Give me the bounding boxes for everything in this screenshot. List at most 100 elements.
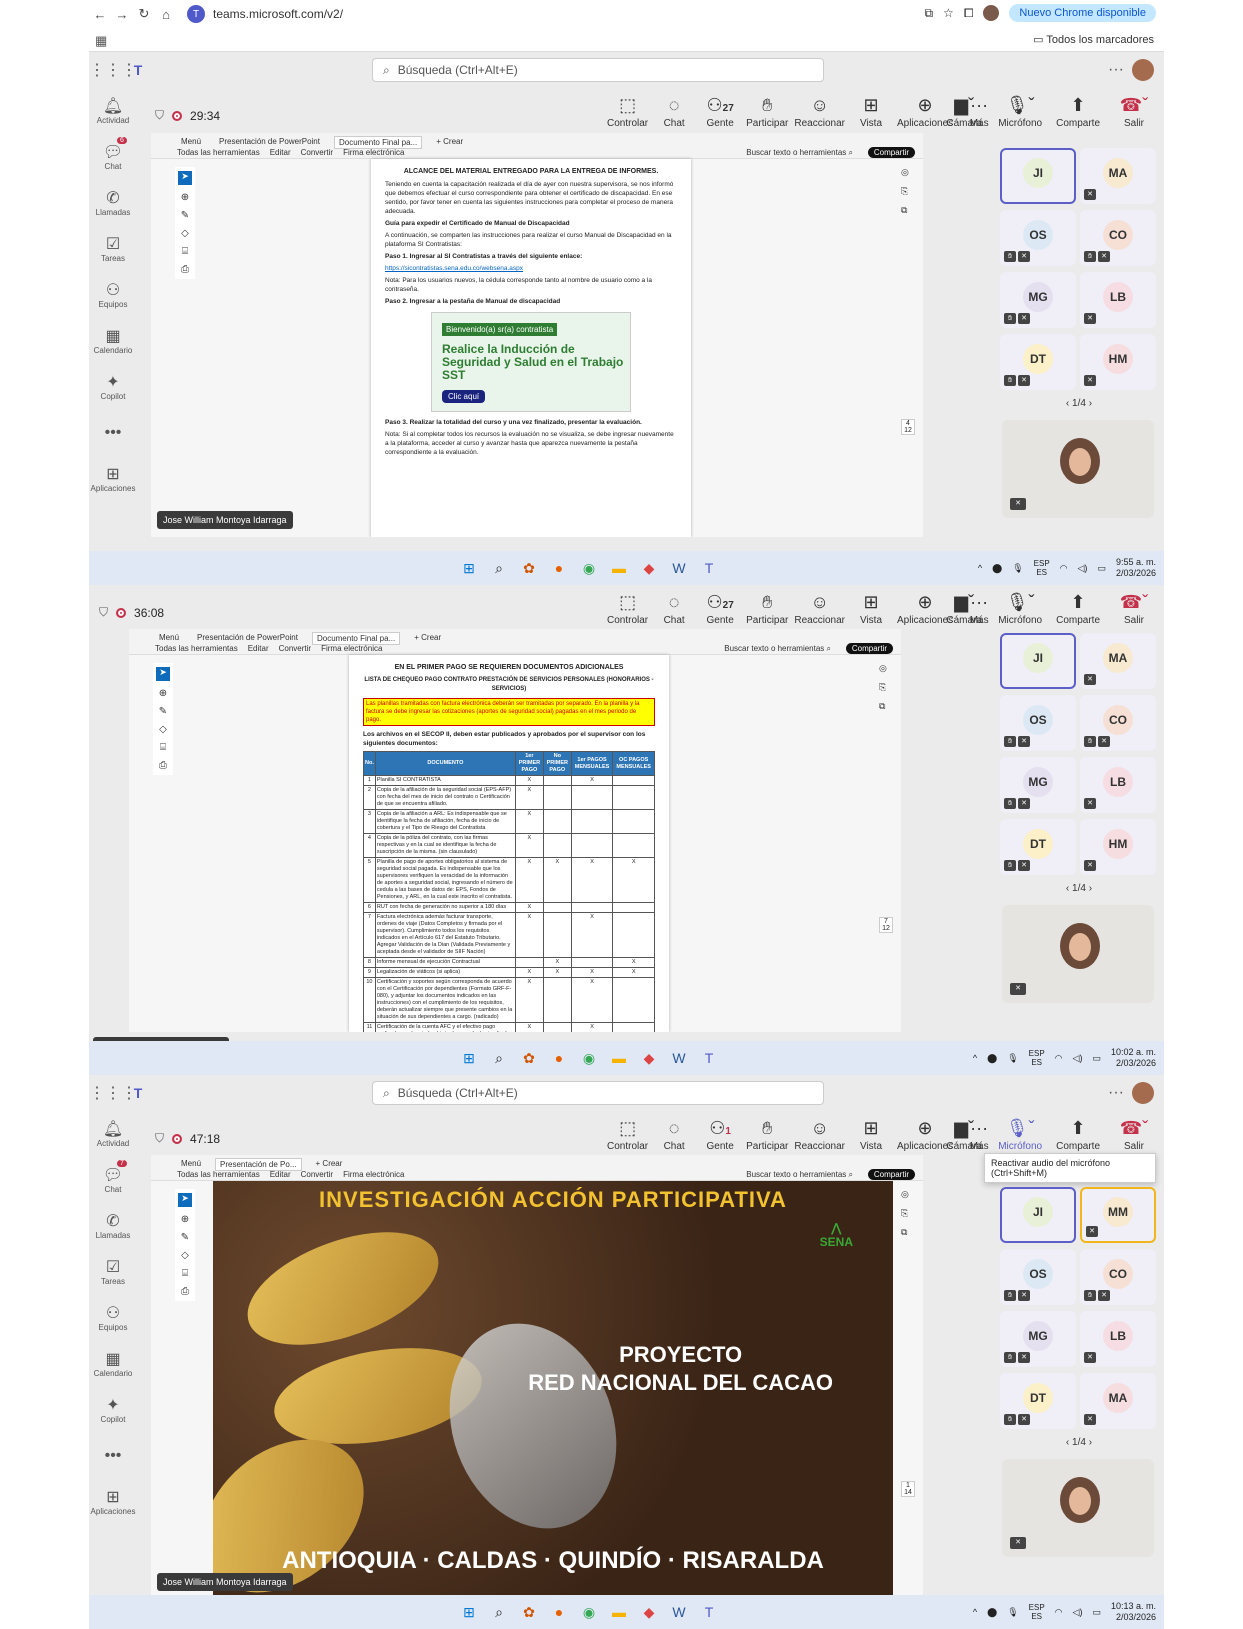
menu-edit[interactable]: Editar [270, 1170, 291, 1179]
stamp-tool-icon[interactable]: ⎙ [181, 1286, 189, 1297]
firefox-icon[interactable]: ● [549, 1048, 569, 1068]
text-tool-icon[interactable]: ⌸ [182, 1268, 188, 1279]
language-indicator[interactable]: ESP ES [1034, 559, 1050, 577]
chat-button[interactable]: ◌ Chat [654, 94, 694, 129]
participant-tile[interactable]: OS ✋︎ ✕ [1000, 695, 1076, 751]
search-icon[interactable]: ⌕ [489, 558, 509, 578]
rail-item-tareas[interactable]: ☑ Tareas [89, 1249, 137, 1295]
rail-item-llamadas[interactable]: ✆ Llamadas [89, 1203, 137, 1249]
menu-esign[interactable]: Firma electrónica [321, 644, 382, 653]
language-indicator[interactable]: ESP ES [1029, 1049, 1045, 1067]
prev-page-icon[interactable]: ‹ [1066, 398, 1069, 409]
more-options-icon[interactable]: ··· [1108, 61, 1124, 79]
teams-icon[interactable]: T [699, 1048, 719, 1068]
menu-all-tools[interactable]: Todas las herramientas [177, 148, 260, 157]
export-icon[interactable]: ⎘ [901, 186, 915, 197]
battery-icon[interactable]: ▭ [1097, 563, 1106, 574]
chrome-icon[interactable]: ◉ [579, 1048, 599, 1068]
menu-all-tools[interactable]: Todas las herramientas [155, 644, 238, 653]
chat-button[interactable]: ◌ Chat [654, 1117, 694, 1152]
camera-button[interactable]: ▆ˇ Cámara [944, 94, 984, 129]
text-tool-icon[interactable]: ⌸ [182, 246, 188, 257]
tab-create[interactable]: + Crear [432, 136, 467, 149]
search-input[interactable]: ⌕ Búsqueda (Ctrl+Alt+E) [372, 58, 824, 82]
wifi-icon[interactable]: ◠ [1055, 1053, 1063, 1064]
copilot-icon[interactable]: ✿ [519, 558, 539, 578]
select-tool-icon[interactable]: ➤ [156, 667, 170, 681]
mic-button[interactable]: 🎙︎ˇ Micrófono [998, 94, 1042, 129]
bookmark-star-icon[interactable]: ☆ [943, 6, 954, 20]
site-info-icon[interactable]: T [187, 5, 205, 23]
more-options-icon[interactable]: ··· [1108, 1084, 1124, 1102]
text-tool-icon[interactable]: ⌸ [160, 742, 166, 753]
volume-icon[interactable]: ◁) [1073, 1607, 1083, 1618]
brave-icon[interactable]: ◆ [639, 558, 659, 578]
rail-item-more[interactable]: ••• [89, 1433, 137, 1479]
apps-grid-icon[interactable]: ▦ [95, 33, 107, 49]
participant-tile-speaking[interactable]: MM ✕ [1080, 1187, 1156, 1243]
view-button[interactable]: ⊞ Vista [851, 591, 891, 626]
word-icon[interactable]: W [669, 558, 689, 578]
participant-tile[interactable]: MG ✋︎ ✕ [1000, 757, 1076, 813]
comment-icon[interactable]: ◎ [901, 1189, 915, 1200]
participant-tile[interactable]: MG ✋︎ ✕ [1000, 1311, 1076, 1367]
rail-item-tareas[interactable]: ☑ Tareas [89, 226, 137, 272]
clock[interactable]: 10:02 a. m. 2/03/2026 [1111, 1047, 1156, 1069]
home-icon[interactable]: ⌂ [155, 7, 177, 22]
next-page-icon[interactable]: › [1089, 883, 1092, 894]
pdf-search[interactable]: Buscar texto o herramientas ⌕ [746, 1170, 853, 1180]
participant-tile[interactable]: JI [1000, 148, 1076, 204]
eraser-tool-icon[interactable]: ◇ [181, 1250, 189, 1261]
profile-avatar[interactable] [983, 5, 1000, 21]
zoom-tool-icon[interactable]: ⊕ [181, 192, 189, 203]
battery-icon[interactable]: ▭ [1092, 1607, 1101, 1618]
pdf-share-button[interactable]: Compartir [845, 643, 893, 654]
search-input[interactable]: ⌕ Búsqueda (Ctrl+Alt+E) [372, 1081, 824, 1105]
rail-item-more[interactable]: ••• [89, 410, 137, 456]
share-button[interactable]: ⬆ Comparte [1056, 94, 1100, 129]
copy-icon[interactable]: ⧉ [901, 205, 915, 216]
menu-edit[interactable]: Editar [270, 148, 291, 157]
battery-icon[interactable]: ▭ [1092, 1053, 1101, 1064]
file-explorer-icon[interactable]: ▬ [609, 1602, 629, 1622]
copilot-icon[interactable]: ✿ [519, 1048, 539, 1068]
app-launcher-icon[interactable]: ⋮⋮⋮ [89, 1083, 137, 1103]
file-explorer-icon[interactable]: ▬ [609, 1048, 629, 1068]
leave-button[interactable]: ☎ˇ Salir [1114, 1117, 1154, 1152]
rail-item-aplicaciones[interactable]: ⊞ Aplicaciones [89, 1479, 137, 1525]
pdf-search[interactable]: Buscar texto o herramientas ⌕ [746, 148, 853, 158]
participant-tile[interactable]: JI [1000, 633, 1076, 689]
rail-item-calendario[interactable]: ▦ Calendario [89, 318, 137, 364]
copilot-icon[interactable]: ✿ [519, 1602, 539, 1622]
participant-tile[interactable]: OS ✋︎ ✕ [1000, 210, 1076, 266]
address-bar[interactable]: teams.microsoft.com/v2/ [213, 7, 343, 21]
share-button[interactable]: ⬆ Comparte [1056, 591, 1100, 626]
word-icon[interactable]: W [669, 1602, 689, 1622]
windows-start-icon[interactable]: ⊞ [459, 1048, 479, 1068]
raise-hand-button[interactable]: ✋︎ Participar [746, 1117, 788, 1152]
zoom-tool-icon[interactable]: ⊕ [181, 1214, 189, 1225]
participant-tile[interactable]: DT ✋︎ ✕ [1000, 1373, 1076, 1429]
rail-item-chat[interactable]: 💬︎ 7 Chat [89, 1157, 137, 1203]
export-icon[interactable]: ⎘ [879, 682, 893, 693]
copy-icon[interactable]: ⧉ [901, 1227, 915, 1238]
share-button[interactable]: ⬆ Comparte [1056, 1117, 1100, 1152]
mic-icon[interactable]: 🎙︎ [1007, 1053, 1018, 1064]
camera-button[interactable]: ▆ˇ Cámara [944, 591, 984, 626]
react-button[interactable]: ☺ Reaccionar [794, 94, 845, 129]
menu-convert[interactable]: Convertir [301, 1170, 333, 1179]
rail-item-copilot[interactable]: ✦ Copilot [89, 1387, 137, 1433]
participant-tile[interactable]: CO ✋︎ ✕ [1080, 210, 1156, 266]
chrome-icon[interactable]: ◉ [579, 558, 599, 578]
chrome-update-button[interactable]: Nuevo Chrome disponible [1009, 4, 1156, 22]
wifi-icon[interactable]: ◠ [1060, 563, 1068, 574]
next-page-icon[interactable]: › [1089, 398, 1092, 409]
clock[interactable]: 9:55 a. m. 2/03/2026 [1116, 557, 1156, 579]
chevron-up-icon[interactable]: ^ [973, 1053, 977, 1063]
tray-app-icon[interactable]: ⬤ [992, 563, 1002, 574]
camera-button[interactable]: ▆ˇ Cámara [944, 1117, 984, 1152]
windows-start-icon[interactable]: ⊞ [459, 558, 479, 578]
comment-icon[interactable]: ◎ [879, 663, 893, 674]
rail-item-actividad[interactable]: 🔔︎ Actividad [89, 88, 137, 134]
clock[interactable]: 10:13 a. m. 2/03/2026 [1111, 1601, 1156, 1623]
